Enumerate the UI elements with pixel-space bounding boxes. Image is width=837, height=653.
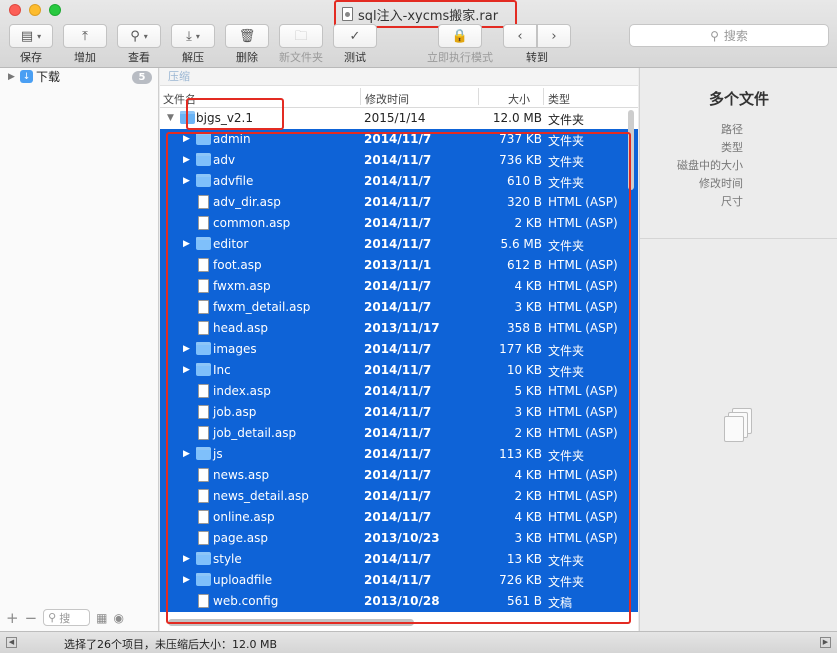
extract-icon: ⤓ (186, 28, 192, 44)
status-text: 选择了26个项目，未压缩后大小：12.0 MB (64, 638, 278, 651)
column-header-type[interactable]: 类型 (548, 91, 570, 107)
goto-label: 转到 (526, 51, 548, 64)
new-folder-button[interactable]: 🗀 (279, 24, 323, 48)
inspector-label-dimensions: 尺寸 (721, 195, 743, 208)
disclosure-triangle-icon[interactable]: ▶ (8, 72, 20, 82)
add-to-archive-icon: ⤒ (82, 28, 88, 44)
breadcrumb[interactable]: 压缩 (160, 68, 638, 86)
inspector-label-modified: 修改时间 (699, 177, 743, 190)
archive-window: sql注入-xycms搬家.rar ▤ ▾ 保存 ⤒ 增加 ⚲ ▾ 查看 ⤓ ▾ 解压… (0, 0, 837, 653)
forward-button[interactable]: › (537, 24, 571, 48)
delete-button-label: 删除 (236, 51, 258, 64)
titlebar: sql注入-xycms搬家.rar ▤ ▾ 保存 ⤒ 增加 ⚲ ▾ 查看 ⤓ ▾ 解压… (0, 0, 837, 68)
column-header-size[interactable]: 大小 (508, 91, 530, 107)
archive-info-icon[interactable]: ▦ (96, 611, 107, 625)
search-icon: ⚲ (48, 611, 57, 624)
file-size: 12.0 MB (492, 111, 542, 125)
chevron-down-icon: ▾ (195, 31, 200, 41)
chevron-down-icon: ▾ (143, 31, 148, 41)
zoom-window-button[interactable] (49, 4, 61, 16)
inspector-pane: 多个文件 路径 类型 磁盘中的大小 修改时间 尺寸 (639, 68, 837, 631)
inspector-label-path: 路径 (721, 123, 743, 136)
search-placeholder: 搜索 (723, 29, 748, 43)
add-button-label: 增加 (74, 51, 96, 64)
save-button-label: 保存 (20, 51, 42, 64)
view-button[interactable]: ⚲ ▾ (117, 24, 161, 48)
inspector-title: 多个文件 (708, 90, 769, 108)
sidebar-footer: + − ⚲ 搜 ▦ ◉ (0, 604, 158, 631)
sidebar-item-downloads[interactable]: ▶ ↓ 下载 5 (0, 68, 158, 85)
new-folder-button-label: 新文件夹 (279, 51, 323, 64)
column-divider[interactable] (360, 88, 361, 105)
chevron-down-icon: ▾ (37, 31, 42, 41)
inspector-label-disk-size: 磁盘中的大小 (677, 159, 743, 172)
inspector-label-kind: 类型 (721, 141, 743, 154)
sidebar-item-label: 下载 (36, 70, 61, 84)
chevron-right-icon: › (551, 28, 557, 44)
close-window-button[interactable] (9, 4, 21, 16)
lock-icon: 🔒 (451, 28, 469, 44)
downloads-folder-icon: ↓ (20, 70, 33, 83)
sidebar-search-field[interactable]: ⚲ 搜 (43, 609, 91, 626)
extract-button[interactable]: ⤓ ▾ (171, 24, 215, 48)
inspector-divider (640, 238, 837, 239)
highlight-root-folder (186, 98, 284, 130)
status-bar: ◀ 选择了26个项目，未压缩后大小：12.0 MB ▶ (0, 631, 837, 653)
scroll-left-icon[interactable]: ◀ (6, 637, 17, 648)
add-icon[interactable]: + (6, 609, 19, 627)
quicklook-icon: ⚲ (130, 28, 140, 44)
multiple-files-icon (724, 408, 752, 444)
count-badge: 5 (132, 71, 152, 84)
test-button[interactable]: ✓ (333, 24, 377, 48)
highlight-file-list (166, 132, 631, 624)
minimize-window-button[interactable] (29, 4, 41, 16)
test-button-label: 测试 (344, 51, 366, 64)
new-folder-icon: 🗀 (294, 28, 308, 44)
chevron-left-icon: ‹ (517, 28, 523, 44)
save-button[interactable]: ▤ ▾ (9, 24, 53, 48)
sidebar: ▶ ↓ 下载 5 + − ⚲ 搜 ▦ ◉ (0, 68, 159, 631)
window-title: sql注入-xycms搬家.rar (358, 8, 499, 24)
column-divider[interactable] (478, 88, 479, 105)
immediate-mode-button-label: 立即执行模式 (427, 51, 493, 64)
column-header-modified[interactable]: 修改时间 (365, 91, 409, 107)
back-button[interactable]: ‹ (503, 24, 537, 48)
archive-document-icon (342, 7, 353, 21)
column-divider[interactable] (543, 88, 544, 105)
scroll-right-icon[interactable]: ▶ (820, 637, 831, 648)
remove-icon[interactable]: − (25, 609, 38, 627)
preview-eye-icon[interactable]: ◉ (114, 611, 124, 625)
sidebar-search-placeholder: 搜 (59, 611, 71, 625)
file-type: 文件夹 (548, 113, 585, 127)
search-icon: ⚲ (710, 28, 719, 43)
search-field[interactable]: ⚲ 搜索 (629, 24, 829, 47)
add-button[interactable]: ⤒ (63, 24, 107, 48)
save-icon: ▤ (20, 28, 34, 44)
file-modified: 2015/1/14 (364, 111, 426, 125)
delete-button[interactable]: 🗑 (225, 24, 269, 48)
immediate-mode-button[interactable]: 🔒 (438, 24, 482, 48)
disclosure-triangle-expanded-icon[interactable]: ▼ (167, 113, 174, 123)
view-button-label: 查看 (128, 51, 150, 64)
trash-icon: 🗑 (238, 28, 256, 44)
extract-button-label: 解压 (182, 51, 204, 64)
checkmark-icon: ✓ (349, 28, 361, 44)
